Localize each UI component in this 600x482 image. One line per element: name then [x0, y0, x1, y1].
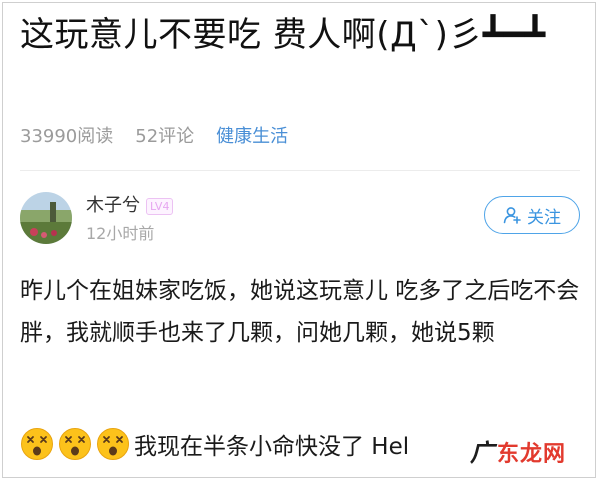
dizzy-face-emoji-icon: [21, 428, 53, 460]
dizzy-face-emoji-icon: [59, 428, 91, 460]
add-user-icon: [503, 207, 521, 224]
author-name-row: 木子兮 LV4: [86, 194, 174, 218]
watermark-text: 东龙网: [496, 442, 566, 467]
comment-count[interactable]: 52评论: [135, 122, 194, 152]
avatar[interactable]: [20, 192, 72, 244]
read-count: 33990阅读: [20, 126, 114, 147]
post-body: 昨儿个在姐妹家吃饭，她说这玩意儿 吃多了之后吃不会胖，我就顺手也来了几颗，问她几…: [20, 278, 580, 346]
watermark-brush-glyph: 广: [469, 439, 495, 467]
topic-link[interactable]: 健康生活: [216, 122, 288, 152]
post-body-last-line: 我现在半条小命快没了 Hel: [20, 422, 409, 466]
divider: [20, 170, 580, 171]
watermark: 广东龙网: [465, 433, 570, 468]
post-time: 12小时前: [86, 224, 155, 243]
author-name[interactable]: 木子兮: [86, 194, 140, 218]
post-title: 这玩意儿不要吃 费人啊(Д`)彡┻━┻: [20, 15, 546, 55]
follow-label: 关注: [527, 207, 561, 228]
follow-button[interactable]: 关注: [484, 196, 580, 234]
dizzy-face-emoji-icon: [97, 428, 129, 460]
author-row: 木子兮 LV4 12小时前 关注: [20, 192, 580, 252]
last-line-text: 我现在半条小命快没了 Hel: [134, 434, 410, 460]
avatar-image: [20, 192, 72, 244]
post-meta: 33990阅读 52评论 健康生活: [20, 122, 288, 152]
level-badge: LV4: [146, 197, 174, 215]
